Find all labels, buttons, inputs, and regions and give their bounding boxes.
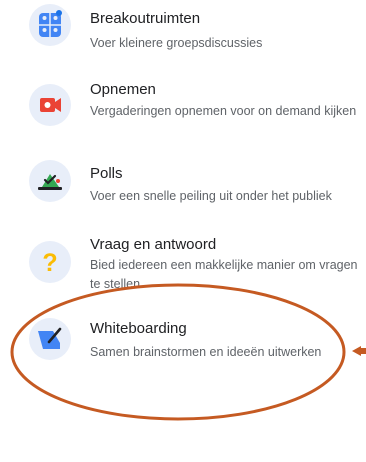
- menu-item-description: Vergaderingen opnemen voor on demand kij…: [90, 104, 357, 118]
- menu-item-title: Polls: [90, 165, 123, 182]
- menu-item-description: Voer een snelle peiling uit onder het pu…: [90, 189, 332, 203]
- menu-item-polls[interactable]: Polls Voer een snelle peiling uit onder …: [0, 160, 366, 220]
- menu-item-record[interactable]: Opnemen Vergaderingen opnemen voor on de…: [0, 76, 366, 154]
- menu-item-breakout-rooms[interactable]: Breakoutruimten Voer kleinere groepsdisc…: [0, 0, 366, 70]
- record-icon: [29, 84, 71, 126]
- menu-item-title: Vraag en antwoord: [90, 236, 217, 253]
- question-icon: ?: [29, 241, 71, 283]
- menu-item-description: Bied iedereen een makkelijke manier om v…: [90, 258, 358, 291]
- menu-item-title: Opnemen: [90, 81, 156, 98]
- menu-item-title: Breakoutruimten: [90, 10, 201, 27]
- menu-item-whiteboarding[interactable]: Whiteboarding Samen brainstormen en idee…: [0, 316, 366, 372]
- menu-item-qa[interactable]: ? Vraag en antwoord Bied iedereen een ma…: [0, 236, 366, 292]
- menu-item-description: Samen brainstormen en ideeën uitwerken: [90, 345, 322, 359]
- breakout-rooms-icon: [29, 4, 71, 46]
- feature-menu: Breakoutruimten Voer kleinere groepsdisc…: [0, 0, 366, 462]
- whiteboard-icon: [29, 318, 71, 360]
- svg-text:?: ?: [42, 249, 57, 277]
- poll-icon: [29, 160, 71, 202]
- menu-item-title: Whiteboarding: [90, 320, 187, 337]
- menu-item-description: Voer kleinere groepsdiscussies: [90, 36, 263, 50]
